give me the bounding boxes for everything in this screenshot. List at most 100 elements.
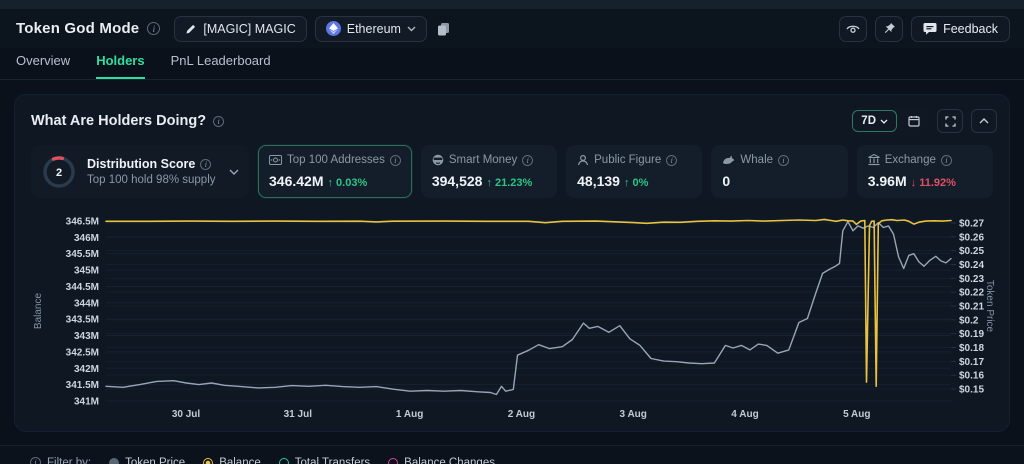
range-dropdown[interactable]: 7D: [852, 110, 897, 132]
distribution-score-gauge: 2: [43, 155, 75, 188]
info-icon[interactable]: i: [666, 154, 678, 166]
distribution-score-title: Distribution Score: [87, 157, 196, 171]
svg-text:1 Aug: 1 Aug: [396, 409, 423, 420]
ethereum-icon: [325, 21, 341, 36]
copy-address-button[interactable]: [435, 20, 452, 38]
legend-toggle-token-price[interactable]: Token Price: [109, 457, 185, 464]
info-icon[interactable]: i: [522, 154, 534, 166]
legend-label: Balance: [219, 456, 261, 464]
chain-pill-label: Ethereum: [346, 21, 401, 36]
svg-text:$0.26: $0.26: [959, 232, 984, 243]
pencil-icon: [185, 23, 197, 35]
calendar-icon: [908, 116, 920, 127]
stat-card-public-figure[interactable]: Public Figure i 48,139 ↑ 0%: [566, 145, 703, 198]
stat-value: 394,528: [431, 173, 483, 189]
svg-text:341.5M: 341.5M: [66, 380, 99, 391]
svg-text:5 Aug: 5 Aug: [843, 409, 870, 420]
fullscreen-button[interactable]: [937, 109, 963, 133]
chevron-down-icon: [880, 119, 888, 124]
info-icon[interactable]: i: [30, 457, 41, 464]
feedback-button[interactable]: Feedback: [911, 15, 1010, 42]
distribution-score-value: 2: [56, 167, 62, 179]
svg-text:342.5M: 342.5M: [66, 347, 99, 358]
svg-text:$0.21: $0.21: [959, 302, 984, 313]
svg-text:$0.23: $0.23: [959, 274, 984, 285]
whale-icon: [723, 155, 735, 164]
distribution-score-card[interactable]: 2 Distribution Score i Top 100 hold 98% …: [31, 145, 249, 198]
svg-text:344.5M: 344.5M: [66, 282, 99, 293]
chat-bubble-icon: [923, 22, 937, 35]
stat-label: Exchange: [884, 154, 936, 166]
chain-selector[interactable]: Ethereum: [314, 15, 427, 42]
filter-by-label: Filter by:: [47, 456, 92, 464]
line-chart-canvas[interactable]: 346.5M 346M 345.5M 345M 344.5M 344M 343.5M 343M…: [15, 199, 1009, 431]
svg-text:$0.22: $0.22: [959, 288, 984, 299]
pin-icon: [883, 22, 896, 35]
info-icon[interactable]: i: [389, 154, 401, 166]
stat-change: ↑ 21.23%: [486, 177, 533, 189]
info-icon[interactable]: i: [940, 154, 952, 166]
page-title: Token God Mode: [16, 20, 140, 37]
token-selector[interactable]: [MAGIC] MAGIC: [174, 15, 307, 42]
range-label: 7D: [861, 115, 876, 127]
total-transfers-legend-marker: [278, 457, 289, 464]
svg-text:$0.2: $0.2: [959, 315, 979, 326]
svg-text:346.5M: 346.5M: [66, 217, 99, 228]
token-pill-label: [MAGIC] MAGIC: [203, 21, 296, 36]
stat-value: 346.42M: [269, 173, 324, 189]
svg-text:$0.16: $0.16: [959, 371, 984, 382]
legend-toggle-total-transfers[interactable]: Total Transfers: [278, 457, 370, 464]
stat-card-whale[interactable]: Whale i 0: [711, 145, 848, 198]
watchlist-button[interactable]: [839, 15, 868, 42]
svg-text:$0.15: $0.15: [959, 385, 984, 396]
svg-text:$0.19: $0.19: [959, 329, 984, 340]
stat-card-exchange[interactable]: Exchange i 3.96M ↓ 11.92%: [856, 145, 994, 198]
pin-button[interactable]: [875, 15, 904, 42]
svg-text:345.5M: 345.5M: [66, 249, 99, 260]
info-icon[interactable]: i: [147, 22, 161, 35]
stat-card-top-100-addresses[interactable]: Top 100 Addresses i 346.42M ↑ 0.03%: [258, 145, 412, 198]
distribution-score-subtitle: Top 100 hold 98% supply: [87, 174, 216, 186]
collapse-button[interactable]: [971, 109, 997, 133]
svg-text:343M: 343M: [74, 331, 99, 342]
info-icon[interactable]: i: [200, 158, 212, 170]
stat-label: Whale: [740, 154, 774, 166]
stat-value: 3.96M: [867, 173, 907, 189]
stat-label: Public Figure: [594, 154, 662, 166]
tab-holders[interactable]: Holders: [96, 53, 145, 79]
svg-text:3 Aug: 3 Aug: [619, 409, 646, 420]
calendar-button[interactable]: [901, 109, 927, 133]
info-icon[interactable]: i: [213, 115, 225, 127]
chevron-up-icon: [979, 118, 989, 124]
copy-icon: [437, 22, 450, 36]
svg-text:4 Aug: 4 Aug: [731, 409, 758, 420]
tab-pnl-leaderboard[interactable]: PnL Leaderboard: [171, 53, 271, 79]
stat-card-smart-money[interactable]: Smart Money i 394,528 ↑ 21.23%: [420, 145, 558, 198]
top-strip: [0, 0, 1024, 9]
range-control-group: 7D: [850, 107, 929, 135]
svg-text:$0.18: $0.18: [959, 343, 984, 354]
expand-icon: [944, 115, 956, 127]
svg-text:344M: 344M: [74, 298, 99, 309]
svg-text:$0.17: $0.17: [959, 357, 984, 368]
banknote-icon: [269, 155, 282, 165]
info-icon[interactable]: i: [778, 154, 790, 166]
left-axis-title: Balance: [33, 292, 44, 329]
tab-overview[interactable]: Overview: [16, 53, 70, 79]
svg-text:346M: 346M: [74, 233, 99, 244]
bank-icon: [867, 154, 880, 166]
svg-text:30 Jul: 30 Jul: [172, 409, 201, 420]
chart-filter-bar: i Filter by: Token Price Balance Total T…: [0, 445, 1024, 464]
holders-panel: What Are Holders Doing? i 7D 2 Distribut…: [14, 94, 1010, 432]
legend-label: Token Price: [125, 456, 186, 464]
stat-value: 48,139: [577, 173, 620, 189]
holders-chart[interactable]: 346.5M 346M 345.5M 345M 344.5M 344M 343.5M 343M…: [15, 199, 1009, 431]
svg-text:$0.25: $0.25: [959, 246, 984, 257]
svg-text:$0.27: $0.27: [959, 219, 984, 230]
chevron-down-icon: [407, 26, 416, 32]
stat-value: 0: [722, 173, 731, 189]
legend-toggle-balance-changes[interactable]: Balance Changes: [388, 457, 495, 464]
svg-text:341M: 341M: [74, 397, 99, 408]
legend-toggle-balance[interactable]: Balance: [203, 457, 261, 464]
page-tabs: Overview Holders PnL Leaderboard: [0, 48, 1024, 80]
